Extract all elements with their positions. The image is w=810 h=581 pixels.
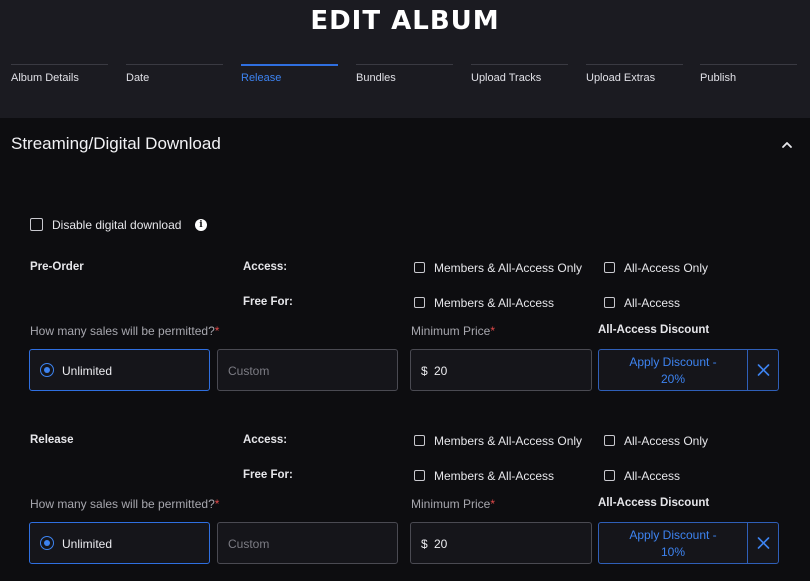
release-apply-discount-button[interactable]: Apply Discount - 10% <box>598 522 779 564</box>
preorder-unlimited-label: Unlimited <box>62 364 113 378</box>
release-apply-discount-label: Apply Discount - 10% <box>629 528 717 559</box>
page-header: EDIT ALBUM Album Details Date Release Bu… <box>0 0 810 118</box>
release-heading: Release <box>30 434 74 446</box>
preorder-access-allaccess-label: All-Access Only <box>624 261 709 275</box>
release-access-members-label: Members & All-Access Only <box>434 434 583 448</box>
release-free-allaccess-label: All-Access <box>624 469 681 483</box>
preorder-sales-question: How many sales will be permitted?* <box>30 324 220 338</box>
page-title: EDIT ALBUM <box>310 6 500 36</box>
preorder-custom-placeholder: Custom <box>228 364 270 378</box>
preorder-min-price-label: Minimum Price* <box>411 324 496 338</box>
preorder-min-price-input[interactable]: $ 20 <box>410 349 592 391</box>
close-icon[interactable] <box>748 350 779 390</box>
preorder-min-price-value: 20 <box>434 364 448 378</box>
close-icon[interactable] <box>748 523 779 563</box>
preorder-free-for-label: Free For: <box>243 296 293 308</box>
release-access-allaccess-checkbox[interactable] <box>604 435 615 446</box>
step-publish[interactable]: Publish <box>700 64 797 88</box>
release-min-price-value: 20 <box>434 537 448 551</box>
release-unlimited-option[interactable]: Unlimited <box>29 522 210 564</box>
preorder-free-members-checkbox[interactable] <box>414 297 425 308</box>
release-custom-placeholder: Custom <box>228 537 270 551</box>
preorder-apply-discount-button[interactable]: Apply Discount - 20% <box>598 349 779 391</box>
release-sales-question: How many sales will be permitted?* <box>30 497 220 511</box>
release-free-members-label: Members & All-Access <box>434 469 555 483</box>
release-free-for-label: Free For: <box>243 469 293 481</box>
preorder-unlimited-option[interactable]: Unlimited <box>29 349 210 391</box>
step-album-details[interactable]: Album Details <box>11 64 108 88</box>
preorder-access-label: Access: <box>243 261 288 273</box>
preorder-heading: Pre-Order <box>30 261 84 273</box>
release-access-allaccess-label: All-Access Only <box>624 434 709 448</box>
radio-selected-icon <box>40 536 54 550</box>
info-icon[interactable]: i <box>195 219 207 231</box>
step-date[interactable]: Date <box>126 64 223 88</box>
preorder-custom-input[interactable]: Custom <box>217 349 398 391</box>
step-upload-extras[interactable]: Upload Extras <box>586 64 683 88</box>
step-release[interactable]: Release <box>241 64 338 88</box>
preorder-access-members-label: Members & All-Access Only <box>434 261 583 275</box>
currency-symbol: $ <box>421 364 428 378</box>
preorder-discount-label: All-Access Discount <box>598 324 710 336</box>
release-unlimited-label: Unlimited <box>62 537 113 551</box>
preorder-access-allaccess-checkbox[interactable] <box>604 262 615 273</box>
release-free-members-checkbox[interactable] <box>414 470 425 481</box>
preorder-free-allaccess-label: All-Access <box>624 296 681 310</box>
disable-download-checkbox[interactable] <box>30 218 43 231</box>
preorder-apply-discount-label: Apply Discount - 20% <box>629 355 717 386</box>
step-upload-tracks[interactable]: Upload Tracks <box>471 64 568 88</box>
release-free-allaccess-checkbox[interactable] <box>604 470 615 481</box>
preorder-free-allaccess-checkbox[interactable] <box>604 297 615 308</box>
radio-selected-icon <box>40 363 54 377</box>
chevron-up-icon[interactable] <box>780 138 794 152</box>
disable-download-label: Disable digital download <box>52 218 182 232</box>
release-custom-input[interactable]: Custom <box>217 522 398 564</box>
step-bundles[interactable]: Bundles <box>356 64 453 88</box>
release-min-price-label: Minimum Price* <box>411 497 496 511</box>
release-min-price-input[interactable]: $ 20 <box>410 522 592 564</box>
preorder-access-members-checkbox[interactable] <box>414 262 425 273</box>
currency-symbol: $ <box>421 537 428 551</box>
preorder-free-members-label: Members & All-Access <box>434 296 555 310</box>
release-access-members-checkbox[interactable] <box>414 435 425 446</box>
section-title: Streaming/Digital Download <box>11 134 221 153</box>
release-discount-label: All-Access Discount <box>598 497 710 509</box>
release-access-label: Access: <box>243 434 288 446</box>
